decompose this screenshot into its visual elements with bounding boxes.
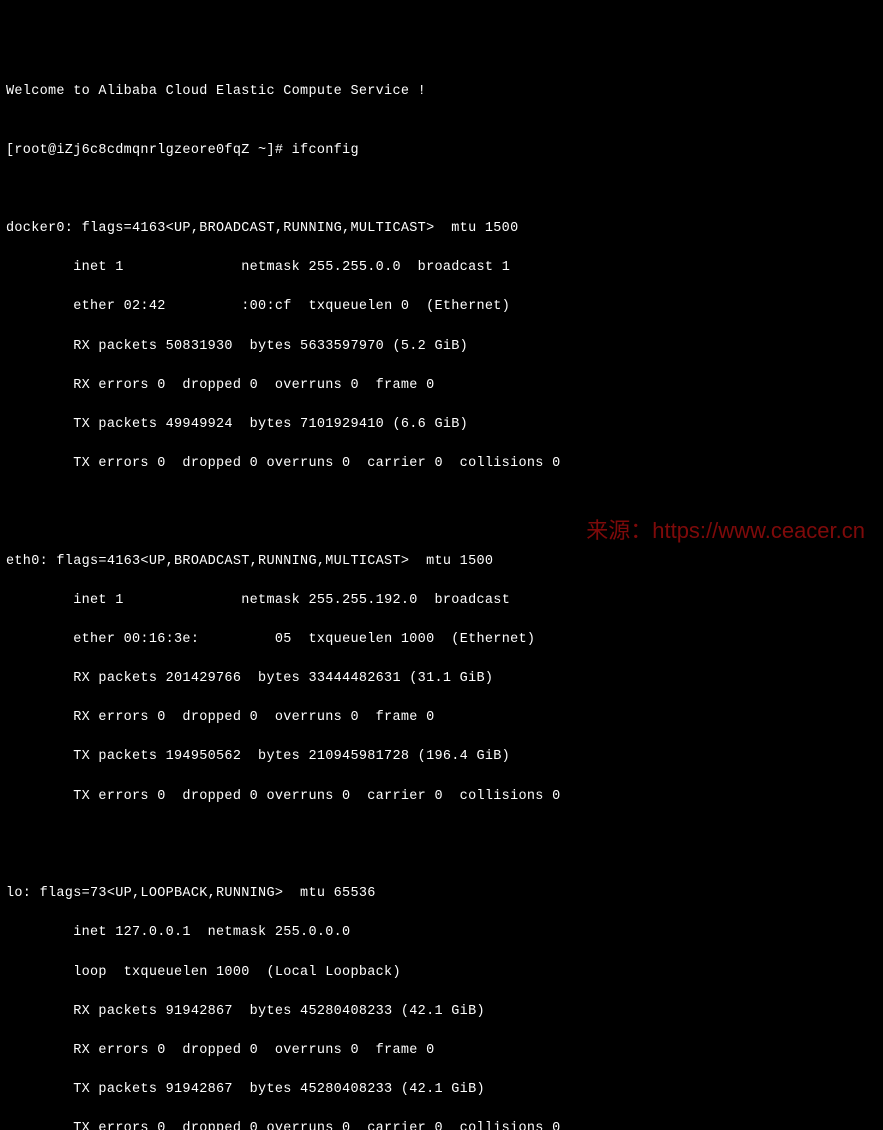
iface-eth0-tx-packets: TX packets 194950562 bytes 210945981728 … (6, 747, 877, 767)
iface-lo-loop: loop txqueuelen 1000 (Local Loopback) (6, 963, 877, 983)
iface-lo-tx-packets: TX packets 91942867 bytes 45280408233 (4… (6, 1080, 877, 1100)
iface-eth0-tx-errors: TX errors 0 dropped 0 overruns 0 carrier… (6, 787, 877, 807)
iface-docker0-ether: ether 02:42 :00:cf txqueuelen 0 (Etherne… (6, 297, 877, 317)
inet-text: inet 1 (6, 593, 124, 608)
iface-eth0-ether: ether 00:16:3e: 05 txqueuelen 1000 (Ethe… (6, 630, 877, 650)
iface-lo-tx-errors: TX errors 0 dropped 0 overruns 0 carrier… (6, 1119, 877, 1130)
watermark-url: https://www.ceacer.cn (652, 518, 865, 543)
redacted-mac (166, 297, 242, 317)
redacted-mac (199, 630, 275, 650)
redacted-broadcast (510, 258, 628, 278)
iface-eth0-header: eth0: flags=4163<UP,BROADCAST,RUNNING,MU… (6, 552, 877, 572)
inet-text: netmask 255.255.192.0 broadcast (216, 593, 518, 608)
iface-lo-inet: inet 127.0.0.1 netmask 255.0.0.0 (6, 923, 877, 943)
iface-docker0-tx-errors: TX errors 0 dropped 0 overruns 0 carrier… (6, 454, 877, 474)
ether-text: ether 00:16:3e: (6, 632, 199, 647)
inet-text: inet 1 (6, 260, 124, 275)
iface-eth0-rx-errors: RX errors 0 dropped 0 overruns 0 frame 0 (6, 708, 877, 728)
iface-docker0-rx-errors: RX errors 0 dropped 0 overruns 0 frame 0 (6, 376, 877, 396)
welcome-banner: Welcome to Alibaba Cloud Elastic Compute… (6, 82, 877, 102)
iface-docker0-header: docker0: flags=4163<UP,BROADCAST,RUNNING… (6, 219, 877, 239)
iface-lo-rx-errors: RX errors 0 dropped 0 overruns 0 frame 0 (6, 1041, 877, 1061)
redacted-broadcast (519, 591, 637, 611)
iface-lo-rx-packets: RX packets 91942867 bytes 45280408233 (4… (6, 1002, 877, 1022)
iface-docker0-inet: inet 1 netmask 255.255.0.0 broadcast 1 (6, 258, 877, 278)
ether-text: 05 txqueuelen 1000 (Ethernet) (275, 632, 535, 647)
watermark-label: 来源： (586, 518, 652, 543)
ether-text: :00:cf txqueuelen 0 (Ethernet) (241, 299, 510, 314)
ether-text: ether 02:42 (6, 299, 166, 314)
iface-docker0-rx-packets: RX packets 50831930 bytes 5633597970 (5.… (6, 337, 877, 357)
redacted-ip (124, 591, 216, 611)
inet-text: netmask 255.255.0.0 broadcast 1 (216, 260, 510, 275)
iface-docker0-tx-packets: TX packets 49949924 bytes 7101929410 (6.… (6, 415, 877, 435)
iface-lo-header: lo: flags=73<UP,LOOPBACK,RUNNING> mtu 65… (6, 884, 877, 904)
watermark: 来源：https://www.ceacer.cn (586, 515, 865, 547)
shell-prompt[interactable]: [root@iZj6c8cdmqnrlgzeore0fqZ ~]# ifconf… (6, 141, 877, 161)
iface-eth0-inet: inet 1 netmask 255.255.192.0 broadcast (6, 591, 877, 611)
redacted-ip (124, 258, 216, 278)
iface-eth0-rx-packets: RX packets 201429766 bytes 33444482631 (… (6, 669, 877, 689)
